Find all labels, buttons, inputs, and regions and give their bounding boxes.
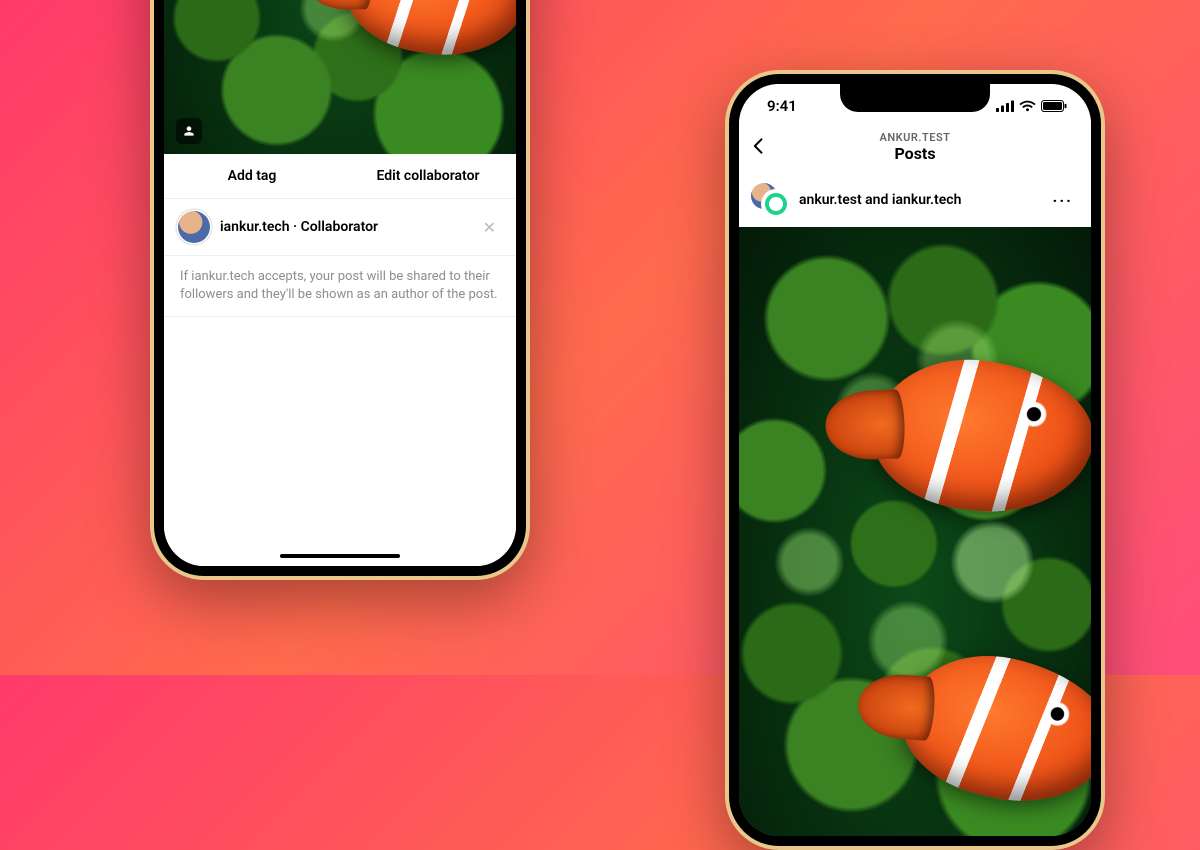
phone-right: 9:41 ANKUR.TES xyxy=(725,70,1105,850)
nav-page-title: Posts xyxy=(789,145,1041,163)
collaborator-label: iankur.tech · Collaborator xyxy=(210,219,477,235)
screen-right: 9:41 ANKUR.TES xyxy=(739,84,1091,836)
wifi-icon xyxy=(1019,100,1036,112)
authors-avatar-stack[interactable] xyxy=(751,183,789,217)
post-header: ankur.test and iankur.tech ··· xyxy=(739,173,1091,227)
post-authors-line[interactable]: ankur.test and iankur.tech xyxy=(789,192,1047,208)
tag-tabs: Add tag Edit collaborator xyxy=(164,154,516,199)
cellular-icon xyxy=(996,100,1014,112)
author-avatar-2 xyxy=(763,191,789,217)
tagged-people-icon[interactable] xyxy=(176,118,202,144)
post-image-preview[interactable] xyxy=(164,0,516,154)
phone-right-inner: 9:41 ANKUR.TES xyxy=(729,74,1101,846)
tab-edit-collaborator[interactable]: Edit collaborator xyxy=(340,154,516,198)
home-indicator[interactable] xyxy=(280,554,400,558)
nav-header: ANKUR.TEST Posts xyxy=(739,128,1091,173)
phone-left-inner: iankur.tech Add tag Edit collaborator ia… xyxy=(154,0,526,576)
remove-collaborator-button[interactable]: ✕ xyxy=(477,214,502,241)
screen-left: iankur.tech Add tag Edit collaborator ia… xyxy=(164,0,516,566)
collaborator-avatar[interactable] xyxy=(178,211,210,243)
battery-icon xyxy=(1041,100,1067,112)
phone-left: iankur.tech Add tag Edit collaborator ia… xyxy=(150,0,530,580)
nav-title-block: ANKUR.TEST Posts xyxy=(789,132,1041,163)
post-image[interactable] xyxy=(739,227,1091,836)
status-time: 9:41 xyxy=(767,97,797,115)
collaborator-info-text: If iankur.tech accepts, your post will b… xyxy=(164,256,516,317)
nav-username: ANKUR.TEST xyxy=(789,132,1041,145)
blank-area xyxy=(164,317,516,566)
collaborator-row: iankur.tech · Collaborator ✕ xyxy=(164,199,516,256)
phone-notch xyxy=(840,84,990,112)
post-more-button[interactable]: ··· xyxy=(1047,187,1079,214)
back-button[interactable] xyxy=(749,136,789,160)
tab-add-tag[interactable]: Add tag xyxy=(164,154,340,198)
